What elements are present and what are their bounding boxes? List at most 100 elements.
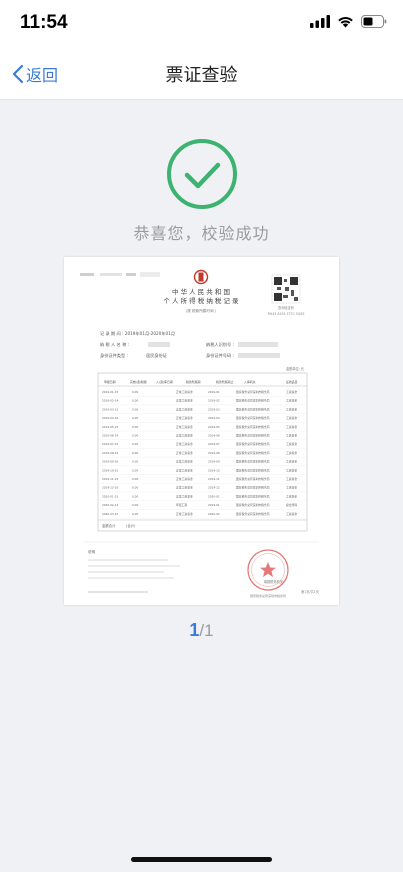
table-cell: 2019-01 <box>208 503 220 507</box>
table-row: 2019-11-15 0.00 正常工资薪金 2019-11 国家税务总局深圳市税务局 工… <box>98 477 307 484</box>
table-cell: 国家税务总局深圳市税务局 <box>236 425 270 429</box>
table-cell: 正常工资薪金 <box>176 468 193 472</box>
cellular-signal-icon <box>310 15 330 28</box>
official-seal-icon <box>247 549 289 591</box>
table-row: 2019-03-15 0.00 正常工资薪金 2019-03 国家税务总局深圳市税务局 工… <box>98 407 307 414</box>
table-column-header: 税款所属期止 <box>216 379 233 384</box>
table-cell: 2019-06 <box>208 434 220 438</box>
table-cell: 2019-09 <box>208 460 220 464</box>
table-row: 2019-07-15 0.00 正常工资薪金 2019-07 国家税务总局深圳市税务局 工… <box>98 442 307 449</box>
table-cell: 2019-06-14 <box>102 434 118 438</box>
wifi-icon <box>338 17 353 28</box>
id-number-label: 身份证件号码 : <box>206 352 234 359</box>
table-cell: 国家税务总局深圳市税务局 <box>236 407 270 411</box>
table-cell: 0.00 <box>132 512 138 516</box>
taxpayer-name-label: 纳 税 人 名 称 : <box>100 341 129 348</box>
table-cell: 2020-03-15 <box>102 512 118 516</box>
table-cell: 2019-10-15 <box>102 468 118 472</box>
page-title: 票证查验 <box>165 65 238 86</box>
table-cell: 0.00 <box>132 477 138 481</box>
table-column-header: 征收品目 <box>286 379 298 384</box>
total-value: (合计) <box>126 523 136 528</box>
table-cell: 2020-02 <box>208 512 220 516</box>
table-row: 2019-09-16 0.00 正常工资薪金 2019-09 国家税务总局深圳市税务局 工… <box>98 460 307 467</box>
table-cell: 工资薪金 <box>286 434 297 438</box>
table-row: 2019-04-16 0.00 正常工资薪金 2019-04 国家税务总局深圳市税务局 工… <box>98 416 307 423</box>
table-cell: 2020-02-14 <box>102 503 118 507</box>
table-cell: 2020-01-15 <box>102 494 118 498</box>
table-cell: 正常工资薪金 <box>176 425 193 429</box>
table-row: 2019-02-14 0.00 正常工资薪金 2019-02 国家税务总局深圳市税务局 工… <box>98 399 307 406</box>
qr-code-icon <box>271 274 301 304</box>
table-row: 2019-10-15 0.00 正常工资薪金 2019-10 国家税务总局深圳市税务局 工… <box>98 468 307 475</box>
table-cell: 2019-05 <box>208 425 220 429</box>
table-cell: 工资薪金 <box>286 442 297 446</box>
document-title-1: 中 华 人 民 共 和 国 <box>172 287 230 296</box>
id-type-label: 身份证件类型 : <box>100 352 128 359</box>
total-label: 金额合计 <box>102 523 116 528</box>
current-page: 1 <box>189 620 200 640</box>
table-row: 2020-03-15 0.00 正常工资薪金 2020-02 国家税务总局深圳市税务局 工… <box>98 512 307 519</box>
table-cell: 工资薪金 <box>286 460 297 464</box>
table-cell: 国家税务总局深圳市税务局 <box>236 390 270 394</box>
table-column-header: 申报日期 <box>104 379 116 384</box>
tax-record-document[interactable]: 中 华 人 民 共 和 国 个 人 所 得 税 纳 税 记 录 (按 税款所属时… <box>64 257 339 605</box>
table-cell: 0.00 <box>132 460 138 464</box>
status-icons <box>310 15 387 28</box>
check-circle-icon <box>167 139 237 209</box>
verify-code: RH43 A2S5 5T7C 5Q5S <box>268 312 305 316</box>
table-cell: 正常工资薪金 <box>176 416 193 420</box>
table-cell: 2019-02-14 <box>102 399 118 403</box>
table-cell: 2019-09-16 <box>102 460 118 464</box>
table-cell: 0.00 <box>132 399 138 403</box>
table-cell: 工资薪金 <box>286 451 297 455</box>
battery-icon <box>361 15 387 28</box>
table-row: 2019-05-15 0.00 正常工资薪金 2019-05 国家税务总局深圳市税务局 工… <box>98 425 307 432</box>
table-cell: 0.00 <box>132 407 138 411</box>
table-cell: 2019-04 <box>208 416 220 420</box>
table-row: 2019-12-16 0.00 正常工资薪金 2019-12 国家税务总局深圳市税务局 工… <box>98 486 307 493</box>
table-cell: 2019-01 <box>208 390 220 394</box>
table-cell: 0.00 <box>132 451 138 455</box>
table-cell: 2019-01-15 <box>102 390 118 394</box>
table-cell: 正常工资薪金 <box>176 451 193 455</box>
table-cell: 国家税务总局深圳市税务局 <box>236 494 270 498</box>
table-cell: 2019-04-16 <box>102 416 118 420</box>
table-column-header: 入(退)库日期 <box>156 379 173 384</box>
table-cell: 国家税务总局深圳市税务局 <box>236 468 270 472</box>
table-row: 2019-06-14 0.00 正常工资薪金 2019-06 国家税务总局深圳市税务局 工… <box>98 434 307 440</box>
document-title-2: 个 人 所 得 税 纳 税 记 录 <box>163 296 239 305</box>
table-cell: 2019-08 <box>208 451 220 455</box>
table-cell: 正常工资薪金 <box>176 399 193 403</box>
table-cell: 国家税务总局深圳市税务局 <box>236 434 270 438</box>
table-cell: 国家税务总局深圳市税务局 <box>236 486 270 490</box>
table-cell: 工资薪金 <box>286 425 297 429</box>
table-cell: 工资薪金 <box>286 494 297 498</box>
table-cell: 2019-05-15 <box>102 425 118 429</box>
table-cell: 0.00 <box>132 486 138 490</box>
seal-text: 国家税务总局深圳市税务局 <box>250 593 286 598</box>
table-cell: 国家税务总局深圳市税务局 <box>236 460 270 464</box>
table-cell: 正常工资薪金 <box>176 486 193 490</box>
verify-code-label: 查询验证码 <box>278 305 294 310</box>
home-indicator[interactable] <box>131 857 272 862</box>
id-type-value: 居民身份证 <box>146 352 168 359</box>
success-message: 恭喜您，校验成功 <box>133 224 270 243</box>
table-column-header: 入库机关 <box>244 379 256 384</box>
table-row: 2020-01-15 0.00 正常工资薪金 2020-01 国家税务总局深圳市税务局 工… <box>98 494 307 501</box>
table-cell: 正常工资薪金 <box>176 442 193 446</box>
table-cell: 2019-08-15 <box>102 451 118 455</box>
taxpayer-id-label: 纳税人识别号 : <box>206 341 234 348</box>
table-cell: 工资薪金 <box>286 468 297 472</box>
table-cell: 0.00 <box>132 494 138 498</box>
table-cell: 2019-07 <box>208 442 220 446</box>
table-cell: 0.00 <box>132 442 138 446</box>
total-pages: /1 <box>199 621 214 640</box>
navigation-bar: 返回 票证查验 <box>0 48 403 100</box>
table-cell: 2019-12-16 <box>102 486 118 490</box>
table-cell: 0.00 <box>132 416 138 420</box>
table-cell: 综合所得 <box>286 503 297 507</box>
table-column-header: 税款所属期 <box>186 379 201 384</box>
table-cell: 工资薪金 <box>286 486 297 490</box>
table-cell: 国家税务总局深圳市税务局 <box>236 442 270 446</box>
